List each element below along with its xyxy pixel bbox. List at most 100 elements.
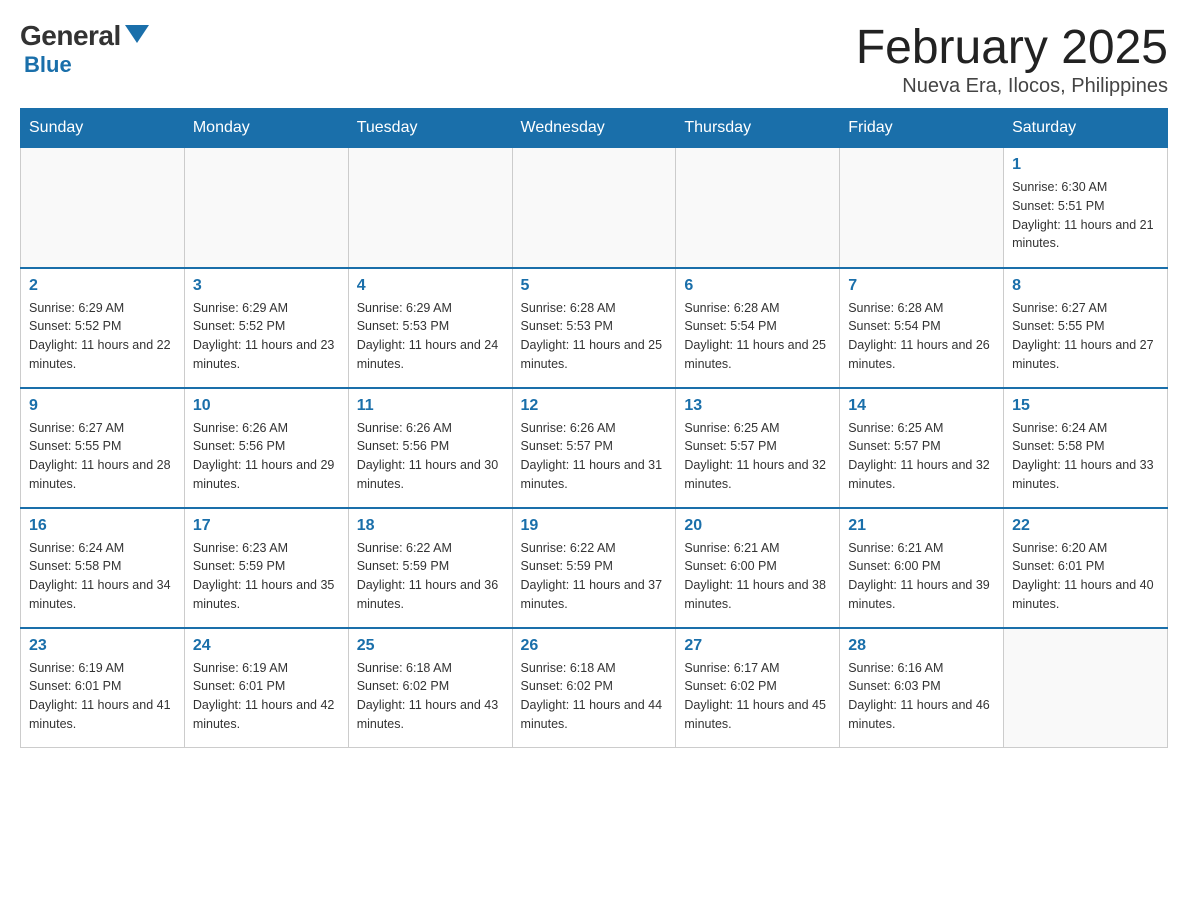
day-number: 19 [521,517,668,535]
calendar-week-row: 23 Sunrise: 6:19 AMSunset: 6:01 PMDayligh… [21,628,1168,748]
day-info: Sunrise: 6:17 AMSunset: 6:02 PMDaylight:… [684,659,831,734]
day-number: 5 [521,277,668,295]
day-info: Sunrise: 6:29 AMSunset: 5:52 PMDaylight:… [193,299,340,374]
col-monday: Monday [184,109,348,148]
day-number: 6 [684,277,831,295]
col-wednesday: Wednesday [512,109,676,148]
col-saturday: Saturday [1004,109,1168,148]
day-info: Sunrise: 6:29 AMSunset: 5:52 PMDaylight:… [29,299,176,374]
day-number: 27 [684,637,831,655]
day-number: 12 [521,397,668,415]
day-info: Sunrise: 6:28 AMSunset: 5:54 PMDaylight:… [684,299,831,374]
table-row: 20 Sunrise: 6:21 AMSunset: 6:00 PMDayligh… [676,508,840,628]
day-number: 25 [357,637,504,655]
day-number: 10 [193,397,340,415]
day-info: Sunrise: 6:25 AMSunset: 5:57 PMDaylight:… [684,419,831,494]
day-info: Sunrise: 6:24 AMSunset: 5:58 PMDaylight:… [1012,419,1159,494]
table-row: 25 Sunrise: 6:18 AMSunset: 6:02 PMDayligh… [348,628,512,748]
calendar-week-row: 16 Sunrise: 6:24 AMSunset: 5:58 PMDayligh… [21,508,1168,628]
table-row: 26Sunrise: 6:18 AMSunset: 6:02 PMDayligh… [512,628,676,748]
table-row [1004,628,1168,748]
logo-blue-text: Blue [24,52,72,78]
day-info: Sunrise: 6:18 AMSunset: 6:02 PMDaylight:… [521,659,668,734]
day-number: 23 [29,637,176,655]
day-info: Sunrise: 6:25 AMSunset: 5:57 PMDaylight:… [848,419,995,494]
calendar-table: Sunday Monday Tuesday Wednesday Thursday… [20,108,1168,748]
day-info: Sunrise: 6:28 AMSunset: 5:54 PMDaylight:… [848,299,995,374]
day-info: Sunrise: 6:22 AMSunset: 5:59 PMDaylight:… [521,539,668,614]
day-info: Sunrise: 6:21 AMSunset: 6:00 PMDaylight:… [684,539,831,614]
table-row: 1 Sunrise: 6:30 AMSunset: 5:51 PMDaylight… [1004,148,1168,268]
day-info: Sunrise: 6:26 AMSunset: 5:57 PMDaylight:… [521,419,668,494]
table-row: 16 Sunrise: 6:24 AMSunset: 5:58 PMDayligh… [21,508,185,628]
day-number: 3 [193,277,340,295]
day-number: 20 [684,517,831,535]
table-row: 19 Sunrise: 6:22 AMSunset: 5:59 PMDayligh… [512,508,676,628]
table-row: 14 Sunrise: 6:25 AMSunset: 5:57 PMDayligh… [840,388,1004,508]
day-number: 1 [1012,156,1159,174]
day-info: Sunrise: 6:22 AMSunset: 5:59 PMDaylight:… [357,539,504,614]
day-number: 14 [848,397,995,415]
day-info: Sunrise: 6:24 AMSunset: 5:58 PMDaylight:… [29,539,176,614]
day-number: 17 [193,517,340,535]
table-row: 8 Sunrise: 6:27 AMSunset: 5:55 PMDaylight… [1004,268,1168,388]
table-row: 3 Sunrise: 6:29 AMSunset: 5:52 PMDaylight… [184,268,348,388]
day-info: Sunrise: 6:28 AMSunset: 5:53 PMDaylight:… [521,299,668,374]
day-number: 15 [1012,397,1159,415]
table-row: 5 Sunrise: 6:28 AMSunset: 5:53 PMDaylight… [512,268,676,388]
col-sunday: Sunday [21,109,185,148]
table-row: 9 Sunrise: 6:27 AMSunset: 5:55 PMDaylight… [21,388,185,508]
calendar-week-row: 9 Sunrise: 6:27 AMSunset: 5:55 PMDaylight… [21,388,1168,508]
table-row: 6 Sunrise: 6:28 AMSunset: 5:54 PMDaylight… [676,268,840,388]
table-row: 22 Sunrise: 6:20 AMSunset: 6:01 PMDayligh… [1004,508,1168,628]
day-info: Sunrise: 6:21 AMSunset: 6:00 PMDaylight:… [848,539,995,614]
day-info: Sunrise: 6:26 AMSunset: 5:56 PMDaylight:… [193,419,340,494]
day-info: Sunrise: 6:20 AMSunset: 6:01 PMDaylight:… [1012,539,1159,614]
day-number: 28 [848,637,995,655]
col-friday: Friday [840,109,1004,148]
day-number: 2 [29,277,176,295]
day-number: 13 [684,397,831,415]
day-number: 4 [357,277,504,295]
logo: General Blue [20,20,149,78]
day-info: Sunrise: 6:16 AMSunset: 6:03 PMDaylight:… [848,659,995,734]
title-block: February 2025 Nueva Era, Ilocos, Philipp… [856,20,1168,98]
table-row: 13 Sunrise: 6:25 AMSunset: 5:57 PMDayligh… [676,388,840,508]
col-thursday: Thursday [676,109,840,148]
table-row: 27 Sunrise: 6:17 AMSunset: 6:02 PMDayligh… [676,628,840,748]
table-row: 10 Sunrise: 6:26 AMSunset: 5:56 PMDayligh… [184,388,348,508]
month-title: February 2025 [856,20,1168,75]
calendar-week-row: 1 Sunrise: 6:30 AMSunset: 5:51 PMDaylight… [21,148,1168,268]
day-info: Sunrise: 6:27 AMSunset: 5:55 PMDaylight:… [29,419,176,494]
logo-general-text: General [20,20,121,52]
page-header: General Blue February 2025 Nueva Era, Il… [20,20,1168,98]
day-info: Sunrise: 6:27 AMSunset: 5:55 PMDaylight:… [1012,299,1159,374]
day-info: Sunrise: 6:30 AMSunset: 5:51 PMDaylight:… [1012,178,1159,253]
day-info: Sunrise: 6:23 AMSunset: 5:59 PMDaylight:… [193,539,340,614]
day-info: Sunrise: 6:26 AMSunset: 5:56 PMDaylight:… [357,419,504,494]
day-info: Sunrise: 6:19 AMSunset: 6:01 PMDaylight:… [29,659,176,734]
table-row: 23 Sunrise: 6:19 AMSunset: 6:01 PMDayligh… [21,628,185,748]
table-row: 2 Sunrise: 6:29 AMSunset: 5:52 PMDaylight… [21,268,185,388]
table-row: 15 Sunrise: 6:24 AMSunset: 5:58 PMDayligh… [1004,388,1168,508]
table-row: 7 Sunrise: 6:28 AMSunset: 5:54 PMDaylight… [840,268,1004,388]
day-info: Sunrise: 6:18 AMSunset: 6:02 PMDaylight:… [357,659,504,734]
table-row [21,148,185,268]
calendar-header-row: Sunday Monday Tuesday Wednesday Thursday… [21,109,1168,148]
table-row: 21 Sunrise: 6:21 AMSunset: 6:00 PMDayligh… [840,508,1004,628]
table-row [676,148,840,268]
day-number: 7 [848,277,995,295]
table-row [184,148,348,268]
day-number: 21 [848,517,995,535]
day-number: 24 [193,637,340,655]
day-number: 22 [1012,517,1159,535]
day-number: 11 [357,397,504,415]
day-number: 16 [29,517,176,535]
table-row: 24 Sunrise: 6:19 AMSunset: 6:01 PMDayligh… [184,628,348,748]
day-number: 8 [1012,277,1159,295]
table-row: 28 Sunrise: 6:16 AMSunset: 6:03 PMDayligh… [840,628,1004,748]
logo-triangle-icon [125,25,149,43]
day-number: 18 [357,517,504,535]
day-number: 9 [29,397,176,415]
day-info: Sunrise: 6:19 AMSunset: 6:01 PMDaylight:… [193,659,340,734]
